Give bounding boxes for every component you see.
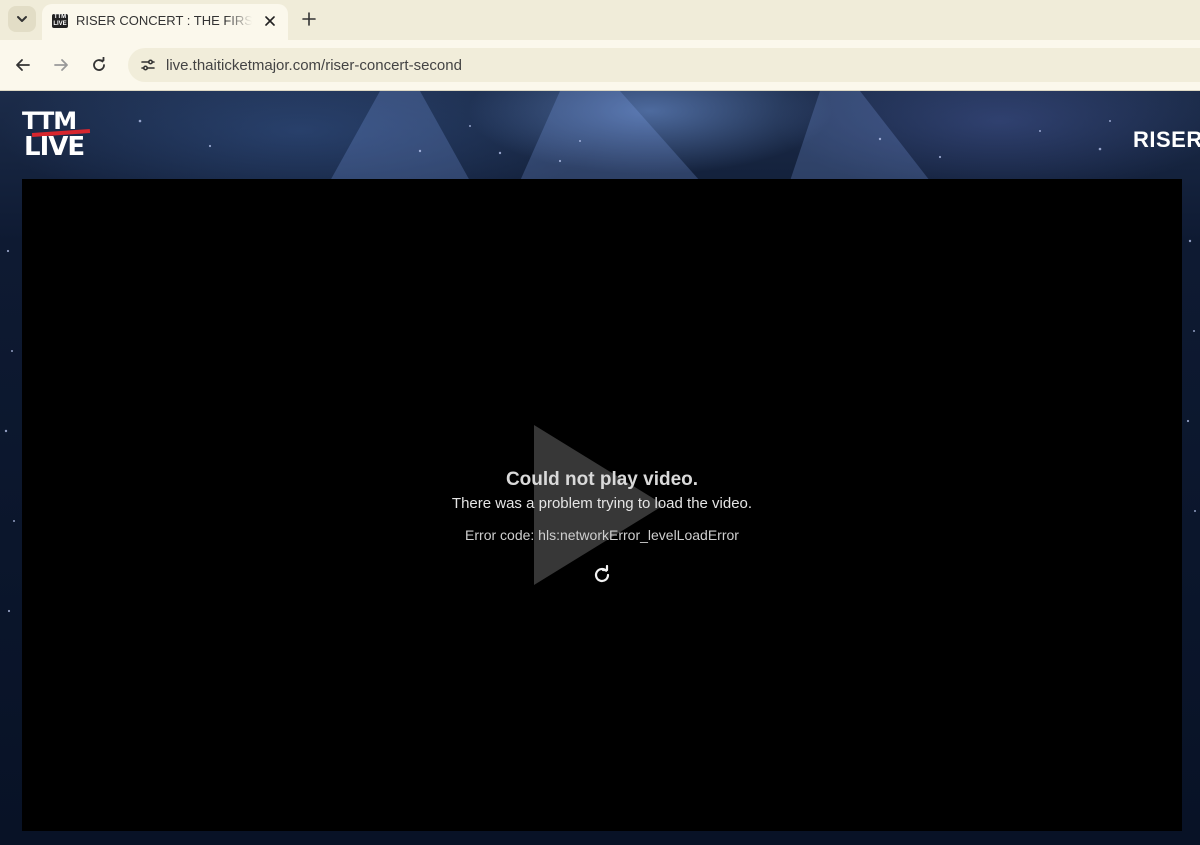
- error-message: There was a problem trying to load the v…: [451, 495, 753, 512]
- page-content: TTM LIVE RISER Could not play video. The…: [0, 91, 1200, 845]
- plus-icon: [302, 12, 316, 26]
- retry-button[interactable]: [590, 563, 614, 587]
- arrow-left-icon: [16, 59, 30, 71]
- arrow-right-icon: [54, 59, 68, 71]
- player-error-display: Could not play video. There was a proble…: [352, 469, 852, 583]
- error-title: Could not play video.: [505, 469, 699, 490]
- url-text: live.thaiticketmajor.com/riser-concert-s…: [166, 57, 462, 74]
- reload-icon: [93, 57, 105, 71]
- video-player[interactable]: Could not play video. There was a proble…: [22, 179, 1182, 831]
- ttm-live-logo[interactable]: TTM LIVE: [20, 109, 92, 165]
- tab-search-button[interactable]: [8, 6, 36, 32]
- logo-line1: TTM: [22, 107, 77, 135]
- tab-favicon: TTM LIVE: [52, 14, 68, 28]
- retry-icon: [594, 565, 610, 583]
- address-bar[interactable]: live.thaiticketmajor.com/riser-concert-s…: [128, 48, 1200, 82]
- tab-close-button[interactable]: [260, 10, 280, 32]
- tune-icon: [141, 59, 155, 71]
- tab-title: RISER CONCERT : THE FIRST RISE: [76, 13, 252, 28]
- close-icon: [265, 16, 275, 26]
- error-code: Error code: hls:networkError_levelLoadEr…: [465, 527, 739, 543]
- new-tab-button[interactable]: [296, 6, 322, 32]
- browser-tab-active[interactable]: TTMLIVE RISER CONCERT : THE FIRST RISE: [42, 4, 288, 40]
- logo-line2: LIVE: [24, 132, 85, 162]
- event-title: RISER: [1133, 127, 1200, 152]
- forward-button[interactable]: [48, 52, 74, 78]
- browser-toolbar: live.thaiticketmajor.com/riser-concert-s…: [0, 40, 1200, 91]
- browser-tab-strip: TTMLIVE RISER CONCERT : THE FIRST RISE: [0, 0, 1200, 40]
- reload-button[interactable]: [86, 52, 112, 78]
- site-info-button[interactable]: [134, 52, 162, 78]
- back-button[interactable]: [10, 52, 36, 78]
- chevron-down-icon: [17, 16, 27, 22]
